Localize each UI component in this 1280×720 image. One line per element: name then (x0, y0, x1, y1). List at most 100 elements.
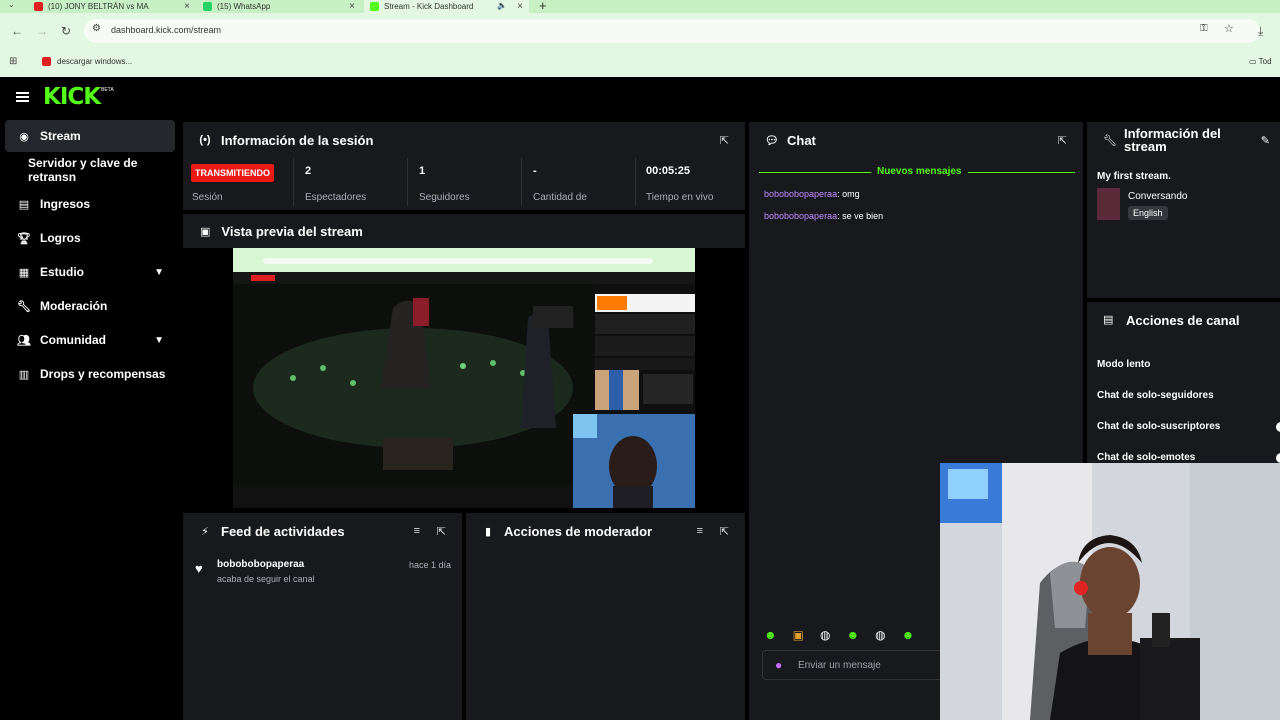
chart-icon: ▥ (18, 368, 30, 381)
sidebar-item-estudio[interactable]: ▦ Estudio ▼ (5, 256, 175, 288)
category-name[interactable]: Conversando (1128, 191, 1187, 202)
chat-icon: 💬︎ (765, 134, 779, 147)
sidebar-item-ingresos[interactable]: ▤ Ingresos (5, 188, 175, 220)
close-icon[interactable]: × (517, 1, 523, 12)
address-bar[interactable]: ⚙ dashboard.kick.com/stream ⚿ ☆ (84, 19, 1260, 43)
channel-actions-panel: ▤ Acciones de canal Modo lento Chat de s… (1087, 302, 1280, 463)
activity-action: acaba de seguir el canal (217, 574, 315, 584)
category-thumbnail (1097, 188, 1120, 220)
tab-label: (10) JONY BELTRÁN vs MA (48, 2, 149, 11)
stream-preview[interactable] (183, 248, 745, 510)
followers-only-label: Chat de solo-seguidores (1097, 390, 1214, 401)
sidebar-item-label: Servidor y clave de retransn (28, 156, 138, 184)
popout-icon[interactable]: ⇱ (1058, 134, 1067, 147)
emote-icon[interactable]: ▣ (793, 628, 804, 642)
wrench-icon: 🔧︎ (1103, 135, 1117, 147)
key-icon[interactable]: ⚿ (1200, 23, 1208, 34)
emote-icon[interactable]: ☻ (902, 628, 915, 642)
whatsapp-icon (203, 2, 212, 11)
emote-bar: ☻ ▣ ◍ ☻ ◍ ☻ (764, 628, 914, 642)
bookmark-label: descargar windows... (57, 57, 133, 66)
edit-icon[interactable]: ✎ (1261, 134, 1270, 147)
tab-label: (15) WhatsApp (217, 2, 271, 11)
menu-icon[interactable] (16, 92, 29, 102)
popout-icon[interactable]: ⇱ (720, 134, 729, 147)
sidebar-item-server-key[interactable]: Servidor y clave de retransn (5, 154, 175, 186)
stat-label: Espectadores (305, 192, 367, 203)
url-text: dashboard.kick.com/stream (111, 25, 222, 35)
reload-icon[interactable]: ↻ (61, 24, 71, 38)
live-status-badge: TRANSMITIENDO (191, 164, 274, 182)
top-bar: KICK BETA (0, 77, 1280, 120)
chat-input-placeholder: Enviar un mensaje (798, 660, 881, 671)
browser-tabbar: ⌄ (10) JONY BELTRÁN vs MA × (15) WhatsAp… (0, 0, 1280, 13)
filter-icon[interactable]: ≡ (697, 525, 703, 537)
sidebar-item-label: Logros (40, 231, 81, 245)
close-icon[interactable]: × (349, 1, 355, 12)
sidebar-item-label: Stream (40, 129, 81, 143)
popout-icon[interactable]: ⇱ (437, 525, 446, 538)
back-icon[interactable]: ← (11, 24, 23, 38)
session-stats: TRANSMITIENDO Sesión 2 Espectadores 1 Se… (183, 158, 745, 206)
bookmarks-bar: ⊞ descargar windows... ▭ Tod (0, 49, 1280, 77)
stat-label: Sesión (192, 192, 223, 203)
sidebar-item-label: Moderación (40, 299, 108, 313)
speaker-icon[interactable]: 🔈 (497, 1, 507, 10)
new-messages-divider: Nuevos mensajes (759, 166, 1075, 177)
broadcast-icon: (•) (199, 134, 211, 146)
beta-badge: BETA (101, 87, 114, 93)
amount-value: - (533, 165, 537, 177)
wrench-icon: 🔧︎ (17, 300, 31, 313)
sidebar-item-drops[interactable]: ▥ Drops y recompensas (5, 358, 175, 390)
divider (521, 158, 522, 206)
emote-icon[interactable]: ☻ (846, 628, 859, 642)
tab-search-icon[interactable]: ⌄ (8, 0, 15, 9)
slow-mode-label: Modo lento (1097, 359, 1151, 370)
emotes-only-label: Chat de solo-emotes (1097, 452, 1196, 463)
webcam-overlay (940, 463, 1280, 720)
emote-icon[interactable]: ◍ (875, 628, 885, 642)
webcam-feed (940, 463, 1280, 720)
sidebar-item-comunidad[interactable]: 👥︎ Comunidad ▼ (5, 324, 175, 356)
chat-username[interactable]: bobobobopaperaa (764, 211, 837, 221)
sidebar-item-moderacion[interactable]: 🔧︎ Moderación (5, 290, 175, 322)
sidebar-item-label: Drops y recompensas (40, 367, 166, 381)
subscribers-only-toggle[interactable] (1276, 422, 1280, 432)
trophy-icon: 🏆︎ (17, 232, 31, 245)
apps-grid-icon[interactable]: ⊞ (9, 56, 17, 67)
panel-title: Información de la sesión (221, 132, 374, 148)
language-tag: English (1128, 206, 1168, 220)
sliders-icon: ▤ (1103, 314, 1114, 326)
star-icon[interactable]: ☆ (1224, 22, 1234, 35)
site-info-icon[interactable]: ⚙ (92, 23, 101, 34)
browser-tab-kick[interactable]: Stream - Kick Dashboard 🔈 × (364, 0, 529, 13)
all-bookmarks[interactable]: ▭ Tod (1249, 57, 1272, 66)
kick-logo[interactable]: KICK (43, 84, 101, 110)
emote-icon[interactable]: ☻ (764, 628, 777, 642)
emote-icon[interactable]: ◍ (820, 628, 830, 642)
chevron-down-icon: ▼ (154, 334, 164, 346)
filter-icon[interactable]: ≡ (414, 525, 420, 537)
live-time-value: 00:05:25 (646, 165, 691, 177)
chat-username[interactable]: bobobobopaperaa (764, 189, 837, 199)
browser-tab-youtube[interactable]: (10) JONY BELTRÁN vs MA × (28, 0, 196, 13)
forward-icon[interactable]: → (36, 24, 48, 38)
microphone-icon[interactable]: ● (775, 658, 782, 672)
close-icon[interactable]: × (184, 1, 190, 12)
session-info-panel: (•) Información de la sesión ⇱ TRANSMITI… (183, 122, 745, 210)
browser-tab-whatsapp[interactable]: (15) WhatsApp × (197, 0, 361, 13)
stream-info-panel: 🔧︎ Información del stream ✎ My first str… (1087, 122, 1280, 298)
stream-video-frame[interactable] (233, 248, 695, 508)
emotes-only-toggle[interactable] (1276, 453, 1280, 463)
bookmark-item[interactable]: descargar windows... (42, 57, 132, 66)
sidebar-item-logros[interactable]: 🏆︎ Logros (5, 222, 175, 254)
list-icon: ▮ (484, 525, 492, 538)
divider (293, 158, 294, 206)
activity-username[interactable]: bobobobopaperaa (217, 559, 304, 570)
sidebar-item-stream[interactable]: ◉ Stream (5, 120, 175, 152)
new-tab-button[interactable]: + (539, 0, 547, 13)
download-icon[interactable]: ⤓ (1258, 24, 1263, 39)
chat-text: se ve bien (842, 211, 884, 221)
browser-toolbar: ← → ↻ ⚙ dashboard.kick.com/stream ⚿ ☆ ⤓ (0, 13, 1280, 49)
popout-icon[interactable]: ⇱ (720, 525, 729, 538)
